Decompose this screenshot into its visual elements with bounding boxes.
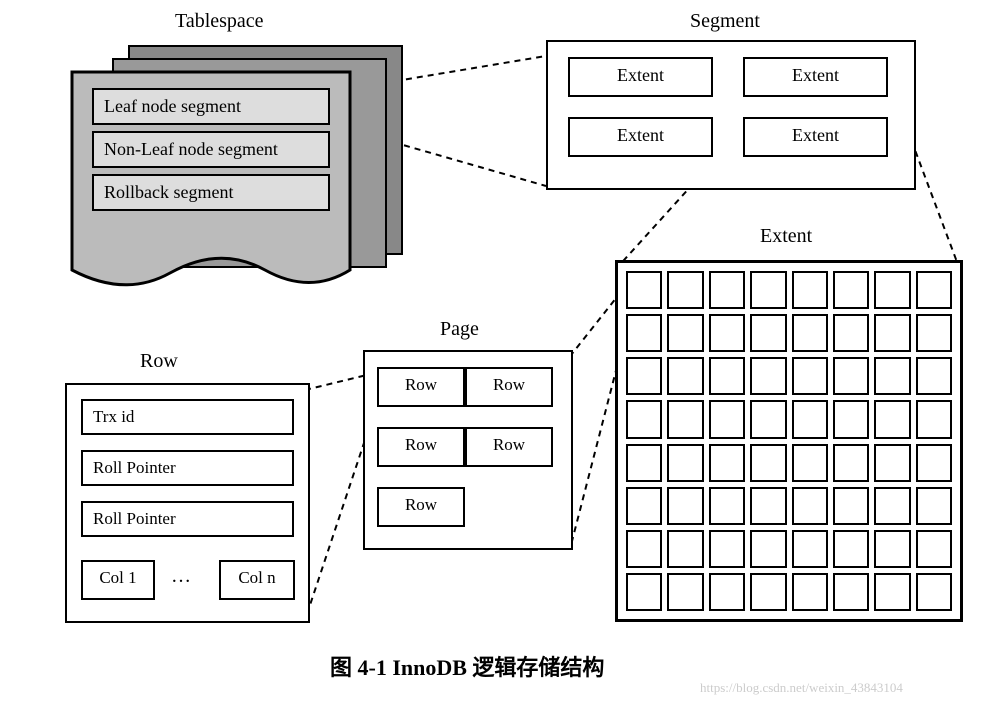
extent-cell (916, 573, 952, 611)
extent-cell (874, 357, 910, 395)
segment-extent-3: Extent (743, 117, 888, 157)
extent-cell (626, 314, 662, 352)
tablespace-rollback-segment: Rollback segment (92, 174, 330, 211)
extent-cell (750, 400, 786, 438)
extent-cell (709, 444, 745, 482)
row-roll-pointer-2: Roll Pointer (81, 501, 294, 537)
row-title: Row (140, 350, 178, 373)
extent-cell (750, 573, 786, 611)
page-box: Row Row Row Row Row (363, 350, 573, 550)
page-row-3: Row (465, 427, 553, 467)
extent-cell (709, 314, 745, 352)
extent-cell (833, 573, 869, 611)
extent-cell (916, 271, 952, 309)
page-row-2: Row (377, 427, 465, 467)
tablespace-nonleaf-segment: Non-Leaf node segment (92, 131, 330, 168)
row-roll-pointer-1: Roll Pointer (81, 450, 294, 486)
extent-cell (750, 314, 786, 352)
extent-cell (750, 530, 786, 568)
extent-cell (667, 271, 703, 309)
tablespace-segment-list: Leaf node segment Non-Leaf node segment … (82, 82, 340, 217)
extent-cell (626, 271, 662, 309)
extent-cell (709, 530, 745, 568)
extent-cell (874, 487, 910, 525)
extent-cell (709, 573, 745, 611)
extent-cell (750, 271, 786, 309)
extent-cell (874, 314, 910, 352)
extent-cell (916, 314, 952, 352)
extent-cell (833, 357, 869, 395)
extent-cell (792, 487, 828, 525)
extent-cell (667, 444, 703, 482)
segment-title: Segment (690, 10, 760, 33)
extent-cell (916, 357, 952, 395)
page-row-0: Row (377, 367, 465, 407)
extent-cell (833, 400, 869, 438)
extent-cell (709, 487, 745, 525)
extent-cell (750, 444, 786, 482)
row-col-ellipsis: … (171, 565, 191, 588)
extent-cell (792, 400, 828, 438)
extent-cell (792, 530, 828, 568)
extent-cell (874, 271, 910, 309)
row-trx-id: Trx id (81, 399, 294, 435)
extent-cell (667, 487, 703, 525)
page-row-4: Row (377, 487, 465, 527)
extent-cell (667, 314, 703, 352)
extent-cell (874, 573, 910, 611)
tablespace-title: Tablespace (175, 10, 264, 33)
extent-cell (626, 444, 662, 482)
extent-cell (833, 487, 869, 525)
extent-cell (750, 357, 786, 395)
extent-cell (667, 530, 703, 568)
extent-cell (916, 444, 952, 482)
extent-cell (833, 314, 869, 352)
watermark: https://blog.csdn.net/weixin_43843104 (700, 680, 903, 696)
segment-extent-2: Extent (568, 117, 713, 157)
extent-title: Extent (760, 225, 812, 248)
extent-cell (709, 400, 745, 438)
extent-cell (626, 573, 662, 611)
segment-box: Extent Extent Extent Extent (546, 40, 916, 190)
extent-cell (916, 487, 952, 525)
extent-cell (792, 357, 828, 395)
extent-cell (709, 271, 745, 309)
segment-extent-1: Extent (743, 57, 888, 97)
extent-cell (626, 530, 662, 568)
page-row-1: Row (465, 367, 553, 407)
page-title: Page (440, 318, 479, 341)
extent-cell (626, 357, 662, 395)
tablespace-leaf-segment: Leaf node segment (92, 88, 330, 125)
extent-cell (833, 530, 869, 568)
extent-cell (874, 444, 910, 482)
row-col-first: Col 1 (81, 560, 155, 600)
segment-extent-0: Extent (568, 57, 713, 97)
extent-cell (792, 314, 828, 352)
extent-cell (626, 400, 662, 438)
extent-cell (833, 271, 869, 309)
extent-cell (916, 400, 952, 438)
extent-grid (615, 260, 963, 622)
extent-cell (916, 530, 952, 568)
extent-cell (667, 357, 703, 395)
extent-cell (792, 573, 828, 611)
extent-cell (874, 530, 910, 568)
extent-cell (792, 271, 828, 309)
extent-cell (874, 400, 910, 438)
extent-cell (667, 573, 703, 611)
extent-cell (792, 444, 828, 482)
row-col-last: Col n (219, 560, 295, 600)
extent-cell (750, 487, 786, 525)
extent-cell (833, 444, 869, 482)
extent-cell (626, 487, 662, 525)
figure-caption: 图 4-1 InnoDB 逻辑存储结构 (330, 650, 604, 682)
extent-cell (709, 357, 745, 395)
extent-cell (667, 400, 703, 438)
row-box: Trx id Roll Pointer Roll Pointer Col 1 …… (65, 383, 310, 623)
